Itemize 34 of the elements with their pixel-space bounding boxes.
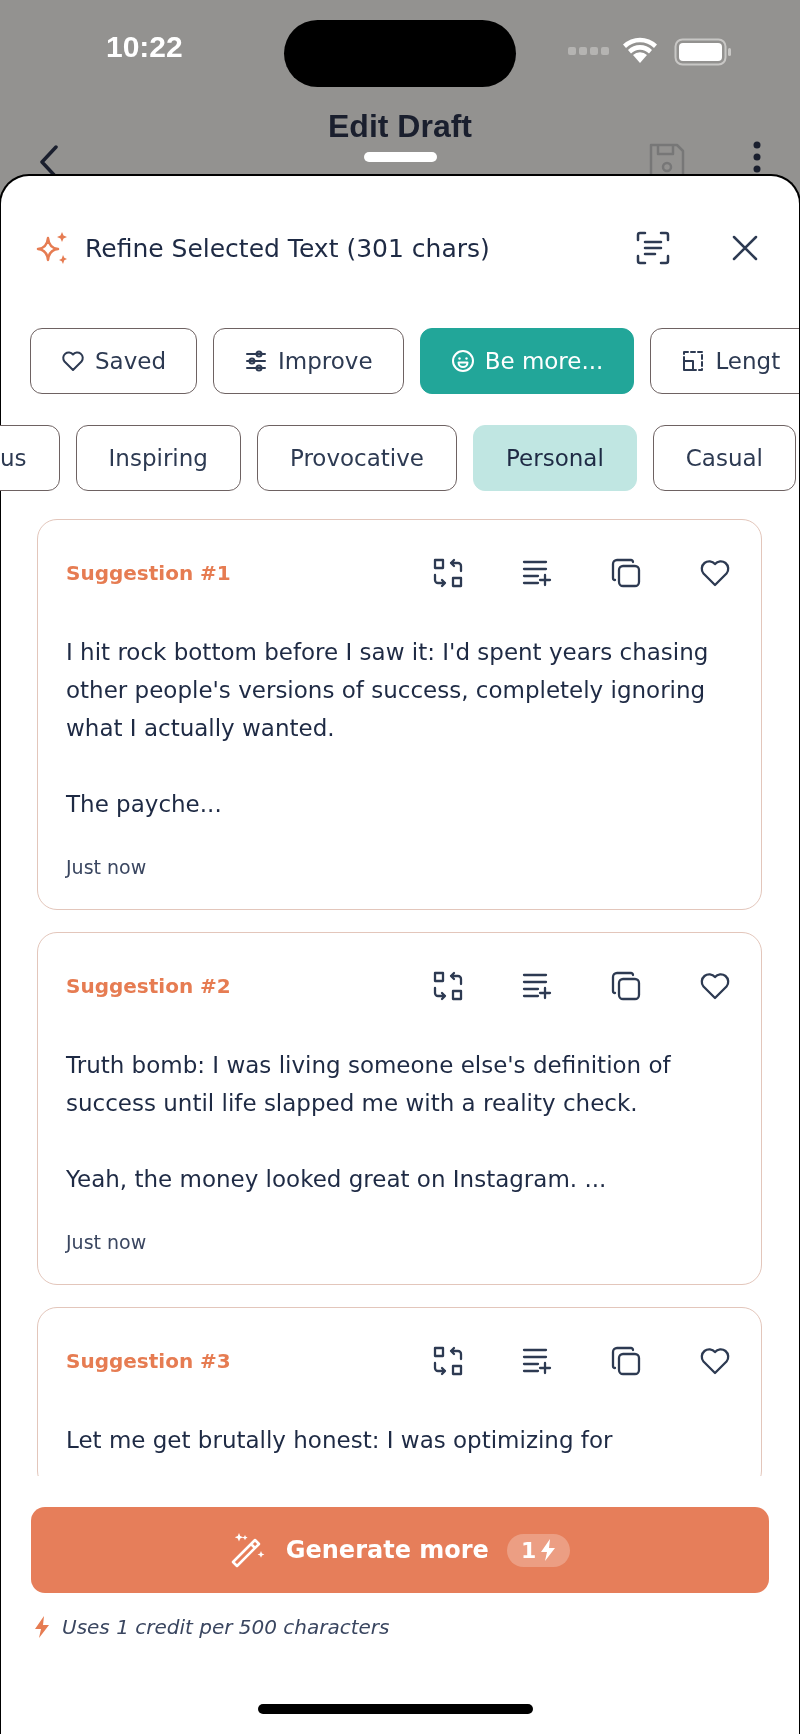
scan-text-button[interactable]	[635, 230, 671, 266]
signal-icon	[568, 46, 610, 56]
suggestion-text: Truth bomb: I was living someone else's definition of success until life slapped me with a reality check. Yeah, the money looked great on Instagram. ...	[66, 1051, 672, 1194]
mode-chip[interactable]: Improve	[213, 328, 404, 394]
timestamp: Just now	[66, 856, 148, 878]
mode-chip[interactable]: Saved	[30, 328, 198, 394]
suggestion-label: Suggestion #2	[66, 974, 232, 998]
smile-icon	[450, 349, 475, 373]
tone-chip[interactable]: Inspiring	[75, 425, 241, 491]
suggestion-text: Let me get brutally honest: I was optimizing for	[66, 1426, 614, 1455]
tone-chip[interactable]: Provocative	[256, 425, 457, 491]
tone-chip[interactable]: Personal	[473, 425, 637, 491]
sheet-title: Refine Selected Text (301 chars)	[85, 233, 491, 263]
timestamp: Just now	[66, 1231, 148, 1253]
bolt-icon	[34, 1616, 50, 1638]
tone-chip[interactable]: us	[0, 425, 60, 491]
mode-chip[interactable]: Lengt	[650, 328, 799, 394]
sliders-icon	[244, 350, 269, 372]
suggestion-label: Suggestion #1	[66, 561, 232, 585]
battery-icon	[674, 38, 732, 66]
heart-icon	[61, 350, 85, 372]
credit-badge: 1	[506, 1533, 571, 1567]
suggestion-text: I hit rock bottom before I saw it: I'd spent years chasing other people's versions of success, completely ignoring what I actually wanted. The payche...	[66, 638, 710, 819]
more-icon[interactable]	[752, 140, 762, 174]
credit-note: Uses 1 credit per 500 characters	[62, 1615, 390, 1639]
suggestion-label: Suggestion #3	[66, 1349, 232, 1373]
sheet-handle[interactable]	[364, 152, 437, 162]
resize-icon	[681, 349, 706, 373]
tone-chip[interactable]: Casual	[652, 425, 796, 491]
wifi-icon	[622, 36, 658, 64]
close-button[interactable]	[731, 234, 759, 262]
status-time: 10:22	[106, 30, 183, 64]
back-icon[interactable]	[38, 144, 60, 174]
screen-title: Edit Draft	[328, 108, 472, 145]
